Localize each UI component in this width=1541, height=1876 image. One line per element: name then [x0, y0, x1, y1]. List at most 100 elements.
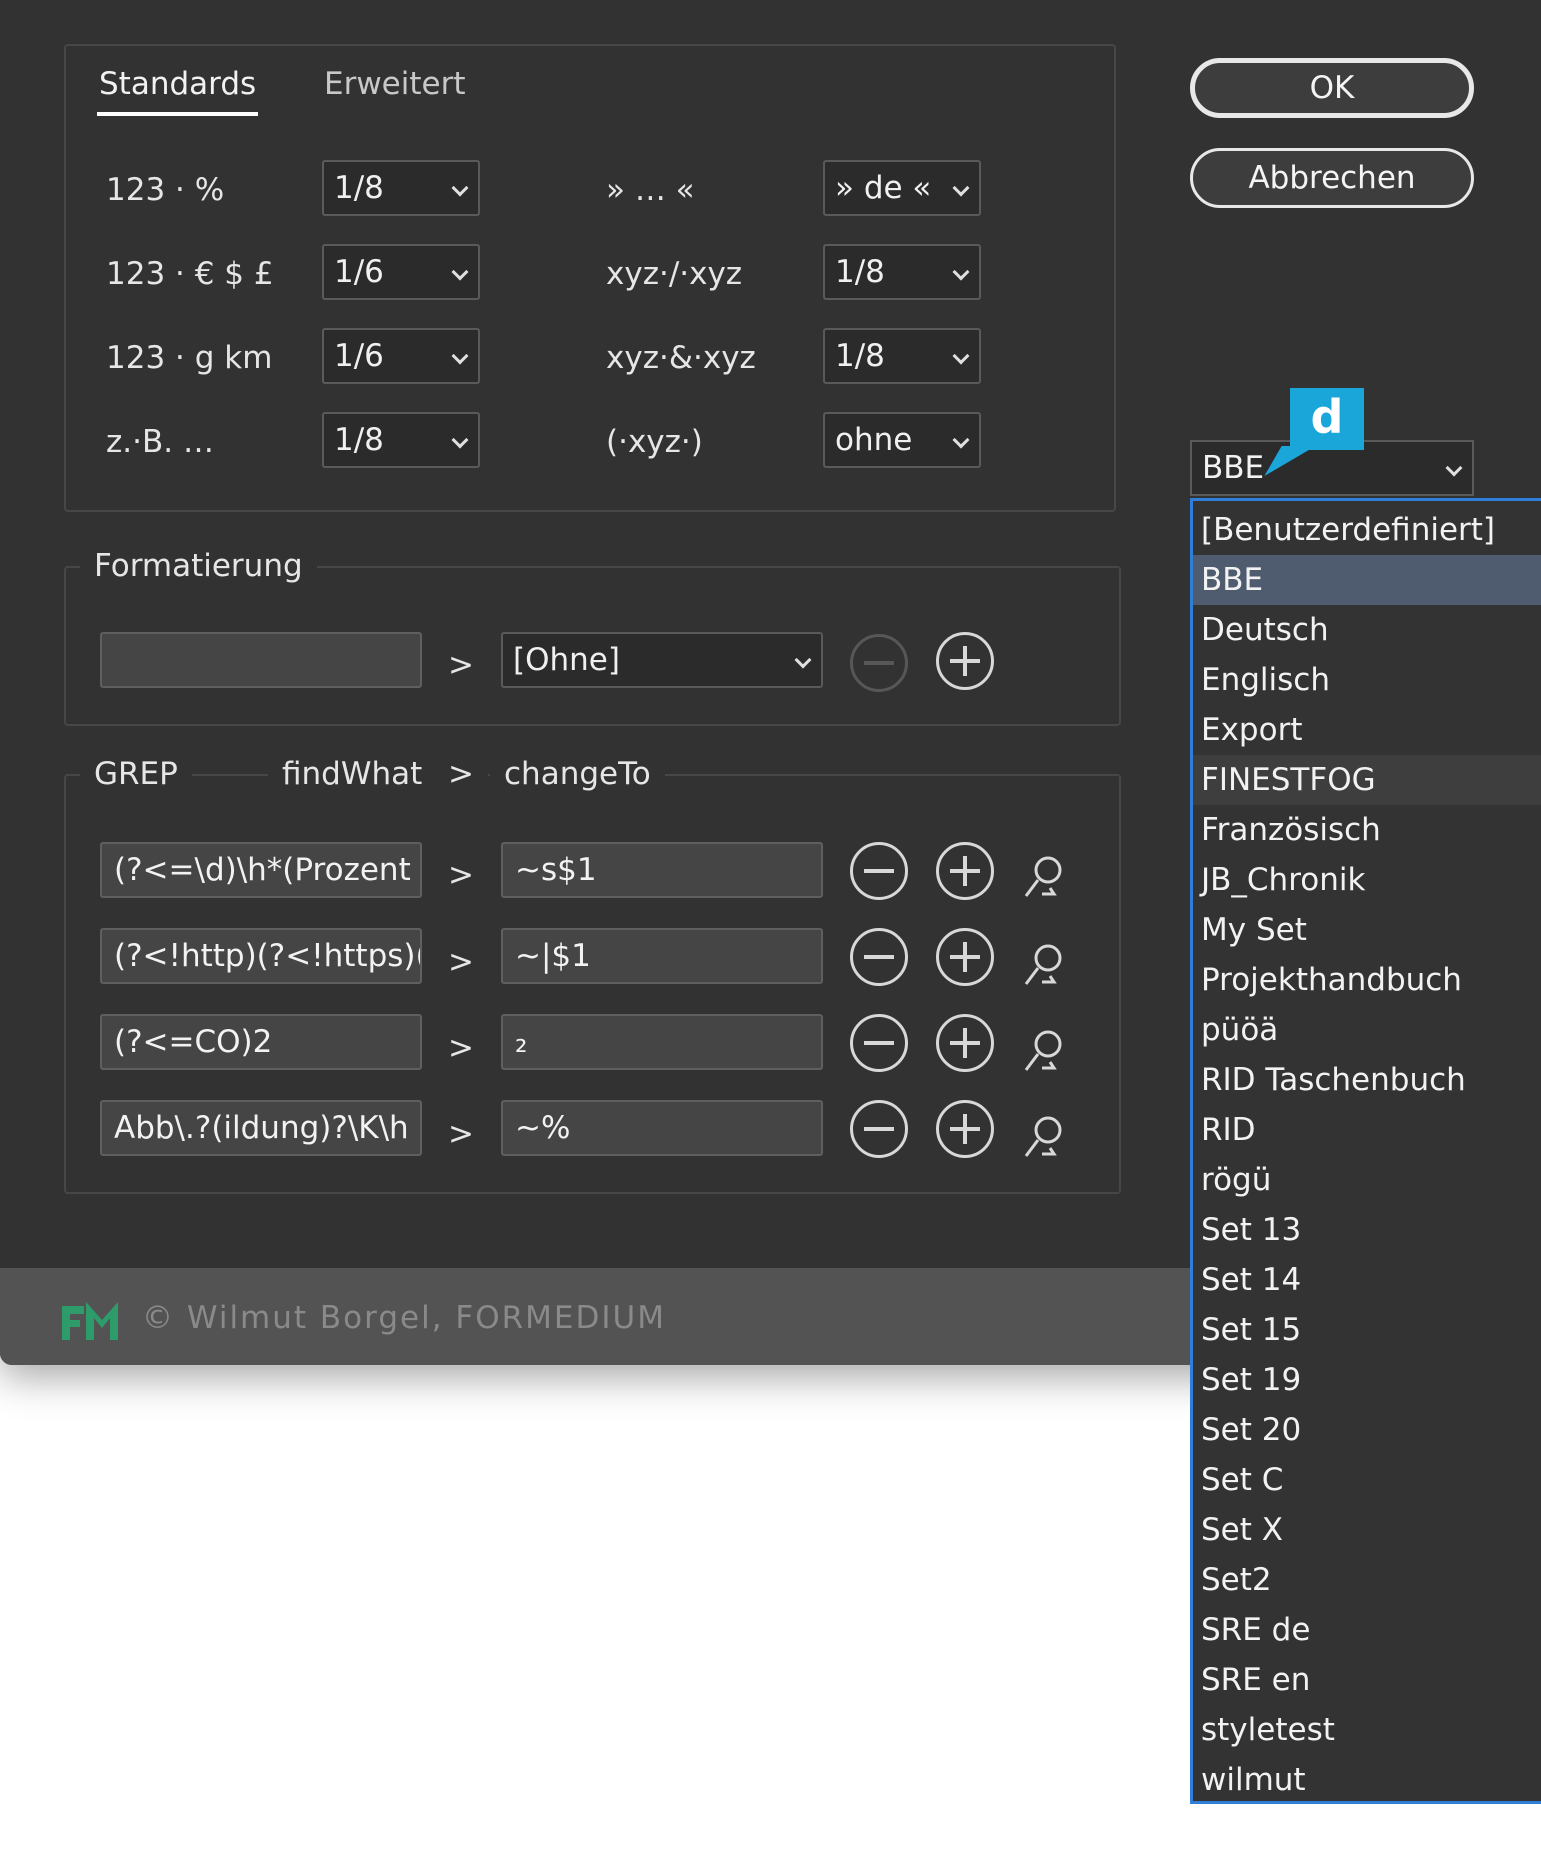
select-value: 1/8 — [334, 170, 384, 206]
dropdown-item[interactable]: RID Taschenbuch — [1193, 1055, 1541, 1105]
select-value: BBE — [1202, 450, 1265, 486]
dropdown-item[interactable]: Set 13 — [1193, 1205, 1541, 1255]
select-value: » de « — [835, 170, 932, 206]
standards-label: z.·B. … — [106, 424, 214, 460]
search-person-icon[interactable] — [1020, 940, 1070, 990]
tab-standards[interactable]: Standards — [96, 66, 259, 116]
set-dropdown-list[interactable]: [Benutzerdefiniert] BBE Deutsch Englisch Exp… — [1190, 498, 1541, 1804]
dropdown-item[interactable]: wilmut — [1193, 1755, 1541, 1805]
standards-select[interactable]: 1/8 — [322, 412, 480, 468]
dropdown-item[interactable]: SRE de — [1193, 1605, 1541, 1655]
search-person-icon[interactable] — [1020, 1026, 1070, 1076]
standards-label: (·xyz·) — [606, 424, 703, 460]
grep-find-input[interactable]: (?<=\d)\h*(Prozent — [100, 842, 422, 898]
grep-arrow: > — [448, 944, 474, 980]
standards-select[interactable]: 1/8 — [322, 160, 480, 216]
dropdown-item[interactable]: [Benutzerdefiniert] — [1193, 505, 1541, 555]
formatting-input[interactable] — [100, 632, 422, 688]
dropdown-item[interactable]: Set 20 — [1193, 1405, 1541, 1455]
dropdown-item[interactable]: Französisch — [1193, 805, 1541, 855]
dropdown-item[interactable]: Set2 — [1193, 1555, 1541, 1605]
grep-arrow: > — [448, 1116, 474, 1152]
minus-circle-icon[interactable] — [850, 634, 908, 692]
chevron-down-icon — [794, 651, 812, 669]
grep-find-input[interactable]: (?<=CO)2 — [100, 1014, 422, 1070]
grep-change-input[interactable]: ~s$1 — [501, 842, 823, 898]
select-value: 1/8 — [835, 254, 885, 290]
grep-change-input[interactable]: ~|$1 — [501, 928, 823, 984]
grep-change-input[interactable]: ~% — [501, 1100, 823, 1156]
dropdown-item[interactable]: BBE — [1193, 555, 1541, 605]
grep-arrow: > — [448, 1030, 474, 1066]
chevron-down-icon — [451, 179, 469, 197]
plus-circle-icon[interactable] — [936, 632, 994, 690]
search-person-icon[interactable] — [1020, 852, 1070, 902]
standards-select[interactable]: 1/8 — [823, 328, 981, 384]
dropdown-item[interactable]: My Set — [1193, 905, 1541, 955]
select-value: 1/8 — [835, 338, 885, 374]
chevron-down-icon — [952, 263, 970, 281]
dropdown-item[interactable]: Export — [1193, 705, 1541, 755]
standards-select[interactable]: 1/6 — [322, 244, 480, 300]
dropdown-item[interactable]: JB_Chronik — [1193, 855, 1541, 905]
dropdown-item[interactable]: Set 15 — [1193, 1305, 1541, 1355]
chevron-down-icon — [451, 263, 469, 281]
grep-legend-change: changeTo — [490, 756, 665, 792]
dropdown-item[interactable]: Set 19 — [1193, 1355, 1541, 1405]
search-person-icon[interactable] — [1020, 1112, 1070, 1162]
grep-change-input[interactable]: ₂ — [501, 1014, 823, 1070]
dropdown-item[interactable]: styletest — [1193, 1705, 1541, 1755]
dropdown-item[interactable]: Set X — [1193, 1505, 1541, 1555]
minus-circle-icon[interactable] — [850, 1100, 908, 1158]
dropdown-item[interactable]: Set C — [1193, 1455, 1541, 1505]
dropdown-item[interactable]: RID — [1193, 1105, 1541, 1155]
formatting-style-select[interactable]: [Ohne] — [501, 632, 823, 688]
select-value: 1/6 — [334, 338, 384, 374]
standards-label: 123 · g km — [106, 340, 273, 376]
plus-circle-icon[interactable] — [936, 1014, 994, 1072]
standards-select[interactable]: 1/6 — [322, 328, 480, 384]
dropdown-item[interactable]: Projekthandbuch — [1193, 955, 1541, 1005]
standards-label: xyz·/·xyz — [606, 256, 743, 292]
plus-circle-icon[interactable] — [936, 928, 994, 986]
chevron-down-icon — [451, 347, 469, 365]
standards-select[interactable]: » de « — [823, 160, 981, 216]
tab-extended[interactable]: Erweitert — [324, 66, 466, 102]
dropdown-item[interactable]: FINESTFOG — [1193, 755, 1541, 805]
minus-circle-icon[interactable] — [850, 1014, 908, 1072]
minus-circle-icon[interactable] — [850, 928, 908, 986]
standards-label: 123 · % — [106, 172, 225, 208]
formedium-logo — [62, 1302, 118, 1340]
grep-legend: GREP — [80, 756, 192, 792]
chevron-down-icon — [952, 179, 970, 197]
dropdown-item[interactable]: rögü — [1193, 1155, 1541, 1205]
ok-button[interactable]: OK — [1190, 58, 1474, 118]
grep-legend-find: findWhat — [268, 756, 437, 792]
standards-label: xyz·&·xyz — [606, 340, 756, 376]
grep-find-input[interactable]: Abb\.?(ildung)?\K\h — [100, 1100, 422, 1156]
cancel-button[interactable]: Abbrechen — [1190, 148, 1474, 208]
chevron-down-icon — [1445, 459, 1463, 477]
plus-circle-icon[interactable] — [936, 842, 994, 900]
grep-legend-arrow: > — [434, 756, 488, 792]
select-value: 1/8 — [334, 422, 384, 458]
grep-find-input[interactable]: (?<!http)(?<!https)(: — [100, 928, 422, 984]
dropdown-item[interactable]: Deutsch — [1193, 605, 1541, 655]
select-value: [Ohne] — [513, 642, 620, 678]
standards-select[interactable]: ohne — [823, 412, 981, 468]
dropdown-item[interactable]: Englisch — [1193, 655, 1541, 705]
select-value: ohne — [835, 422, 913, 458]
dropdown-item[interactable]: SRE en — [1193, 1655, 1541, 1705]
chevron-down-icon — [952, 431, 970, 449]
minus-circle-icon[interactable] — [850, 842, 908, 900]
select-value: 1/6 — [334, 254, 384, 290]
plus-circle-icon[interactable] — [936, 1100, 994, 1158]
standards-label: » … « — [606, 172, 695, 208]
callout-badge: d — [1290, 388, 1364, 450]
dropdown-item[interactable]: püöä — [1193, 1005, 1541, 1055]
standards-select[interactable]: 1/8 — [823, 244, 981, 300]
chevron-down-icon — [451, 431, 469, 449]
dropdown-item[interactable]: Set 14 — [1193, 1255, 1541, 1305]
standards-label: 123 · € $ £ — [106, 256, 274, 292]
formatting-legend: Formatierung — [80, 548, 317, 584]
